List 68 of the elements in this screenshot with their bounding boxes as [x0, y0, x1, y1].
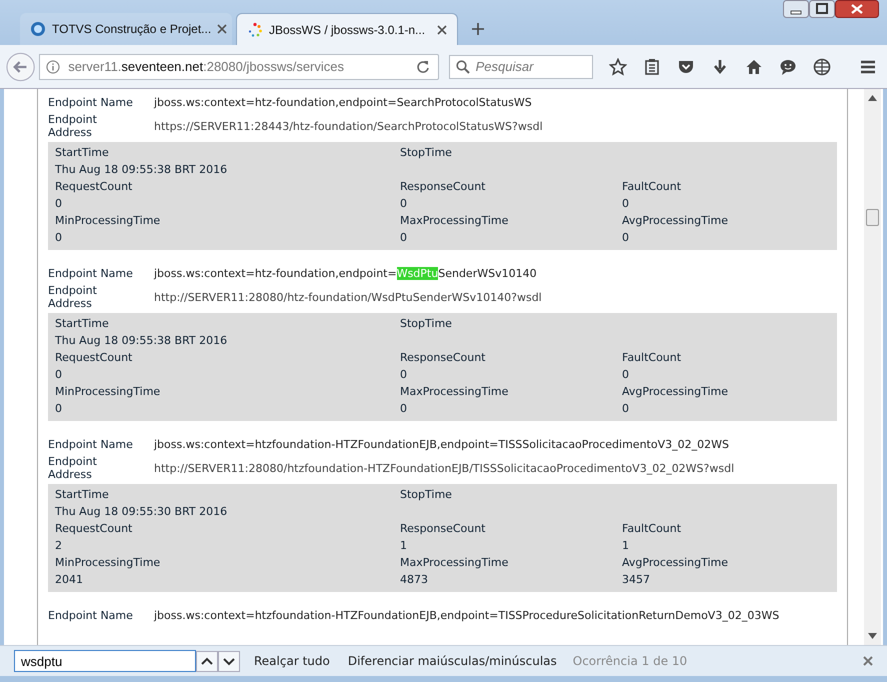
search-field[interactable]: Pesquisar	[448, 54, 593, 78]
stat-value: 0	[400, 196, 408, 212]
stat-value: Thu Aug 18 09:55:38 BRT 2016	[55, 333, 228, 349]
stat-label: StartTime	[55, 316, 110, 332]
stat-label: AvgProcessingTime	[622, 384, 730, 400]
stat-label: StopTime	[400, 487, 453, 503]
stat-label: ResponseCount	[400, 350, 486, 366]
endpoint-address: http://SERVER11:28080/htz-foundation/WsdPtuSenderWSv10140?wsdl	[154, 290, 542, 304]
stat-label: FaultCount	[622, 350, 682, 366]
stat-value: 1	[622, 538, 630, 554]
endpoint-name: jboss.ws:context=htz-foundation,endpoint=SearchProtocolStatusWS	[154, 96, 532, 108]
stat-value: 0	[55, 196, 63, 212]
stat-value: Thu Aug 18 09:55:30 BRT 2016	[55, 504, 228, 520]
find-field[interactable]: wsdptu	[14, 650, 196, 672]
address-bar[interactable]: server11.seventeen.net:28080/jbossws/services	[39, 54, 439, 80]
stat-label: AvgProcessingTime	[622, 555, 730, 571]
stat-value: 0	[622, 196, 630, 212]
endpoint-name: jboss.ws:context=htzfoundation-HTZFoundationEJB,endpoint=TISSProcedureSolicitationReturnDemoV3_02_03WS	[154, 608, 780, 622]
stat-value: 0	[55, 230, 63, 246]
stat-value: 0	[400, 367, 408, 383]
stat-value: 0	[622, 230, 630, 246]
stat-label: ResponseCount	[400, 179, 486, 195]
field-label: Endpoint Name	[48, 96, 134, 108]
match-status: Ocorrência 1 de 10	[572, 654, 688, 668]
browser-tab[interactable]: JBossWS / jbossws-3.0.1-n...	[236, 13, 458, 45]
stat-label: MaxProcessingTime	[400, 384, 510, 400]
endpoint-name: jboss.ws:context=htzfoundation-HTZFoundationEJB,endpoint=TISSSolicitacaoProcedimentoV3_02_02WS	[154, 438, 729, 450]
field-label: Endpoint Name	[48, 266, 134, 280]
stat-label: RequestCount	[55, 350, 134, 366]
browser-tab[interactable]: TOTVS Construção e Projet...	[20, 13, 232, 45]
stat-label: MinProcessingTime	[55, 384, 162, 400]
field-label: Endpoint Address	[48, 113, 98, 139]
stat-label: FaultCount	[622, 521, 682, 537]
field-label: Endpoint Name	[48, 608, 134, 622]
match-case-button[interactable]: Diferenciar maiúsculas/minúsculas	[344, 652, 561, 670]
field-label: Endpoint Name	[48, 438, 134, 450]
stat-label: MaxProcessingTime	[400, 213, 510, 229]
stat-value: 0	[400, 230, 408, 246]
stat-label: ResponseCount	[400, 521, 486, 537]
stat-label: RequestCount	[55, 521, 134, 537]
stat-label: MaxProcessingTime	[400, 555, 510, 571]
endpoint-address: http://SERVER11:28080/htzfoundation-HTZFoundationEJB/TISSSolicitacaoProcedimentoV3_02_02WS?wsdl	[154, 462, 734, 474]
stat-value: 0	[400, 401, 408, 417]
stat-label: FaultCount	[622, 179, 682, 195]
url-text[interactable]: server11.seventeen.net:28080/jbossws/services	[68, 59, 408, 74]
stat-value: 4873	[400, 572, 429, 588]
stat-label: RequestCount	[55, 179, 134, 195]
field-label: Endpoint Address	[48, 455, 98, 481]
stat-value: 0	[55, 367, 63, 383]
stat-label: AvgProcessingTime	[622, 213, 730, 229]
endpoint-address: https://SERVER11:28443/htz-foundation/SearchProtocolStatusWS?wsdl	[154, 120, 543, 132]
stat-value: 0	[622, 401, 630, 417]
field-label: Endpoint Address	[48, 284, 98, 310]
stat-value: 0	[622, 367, 630, 383]
stat-value: 0	[55, 401, 63, 417]
stat-label: MinProcessingTime	[55, 555, 162, 571]
stat-label: StopTime	[400, 316, 453, 332]
stat-value: 1	[400, 538, 408, 554]
stat-label: MinProcessingTime	[55, 213, 162, 229]
stat-value: Thu Aug 18 09:55:38 BRT 2016	[55, 162, 228, 178]
endpoint-name: jboss.ws:context=htz-foundation,endpoint=WsdPtuSenderWSv10140	[154, 266, 537, 280]
stat-label: StartTime	[55, 145, 110, 161]
stat-label: StopTime	[400, 145, 453, 161]
stat-value: 2041	[55, 572, 84, 588]
stat-value: 2	[55, 538, 63, 554]
highlight-all-button[interactable]: Realçar tudo	[250, 652, 334, 670]
stat-label: StartTime	[55, 487, 110, 503]
stat-value: 3457	[622, 572, 651, 588]
